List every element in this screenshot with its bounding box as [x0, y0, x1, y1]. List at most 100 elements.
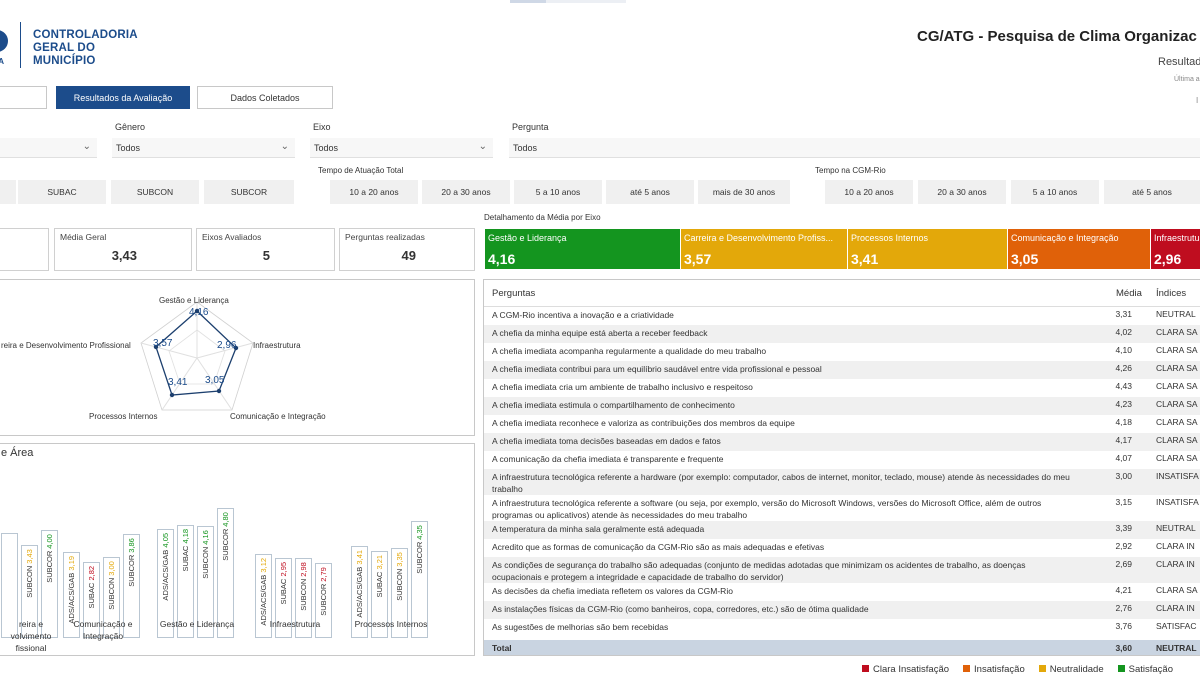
row-question: Acredito que as formas de comunicação da… — [492, 542, 825, 552]
table-row[interactable]: A chefia imediata reconhece e valoriza a… — [484, 415, 1200, 433]
row-question: A chefia da minha equipe está aberta a r… — [492, 328, 708, 338]
table-row[interactable]: A chefia imediata estimula o compartilha… — [484, 397, 1200, 415]
area-group-label: Infraestrutura — [269, 619, 321, 629]
kpi-card-media: Média Geral 3,43 — [54, 228, 192, 271]
table-row[interactable]: A chefia imediata toma decisões baseadas… — [484, 433, 1200, 451]
radar-axis-label: Comunicação e Integração — [230, 412, 326, 421]
radar-value-label: 3,41 — [168, 377, 188, 388]
slicer-tempo-cgm-2[interactable]: 5 a 10 anos — [1011, 180, 1099, 204]
axis-tile-name: Comunicação e Integração — [1011, 233, 1119, 243]
axis-tile-gestao[interactable]: Gestão e Liderança 4,16 — [485, 229, 680, 269]
slicer-tempo-total-3[interactable]: até 5 anos — [606, 180, 694, 204]
area-bar-label: SUBAC 2,82 — [87, 566, 96, 609]
table-row[interactable]: A chefia imediata acompanha regularmente… — [484, 343, 1200, 361]
nav-button-results[interactable]: Resultados da Avaliação — [56, 86, 190, 109]
genero-label: Gênero — [115, 122, 146, 132]
table-header: Perguntas Média Índices — [484, 280, 1200, 307]
row-mean: 3,00 — [1115, 471, 1132, 481]
area-chart-title: e Área — [1, 447, 34, 459]
row-index: NEUTRAL — [1156, 309, 1196, 319]
table-row[interactable]: A chefia imediata cria um ambiente de tr… — [484, 379, 1200, 397]
axis-tile-processos[interactable]: Processos Internos 3,41 — [848, 229, 1007, 269]
slicer-tempo-cgm-1[interactable]: 20 a 30 anos — [918, 180, 1006, 204]
axis-tile-comunicacao[interactable]: Comunicação e Integração 3,05 — [1008, 229, 1150, 269]
slicer-tempo-total-0[interactable]: 10 a 20 anos — [330, 180, 418, 204]
pergunta-dropdown[interactable]: Todos — [509, 138, 1200, 158]
slicer-area-subcon[interactable]: SUBCON — [111, 180, 199, 204]
row-question: A chefia imediata acompanha regularmente… — [492, 346, 767, 356]
total-index: NEUTRAL — [1156, 643, 1197, 653]
table-row[interactable]: A infraestrutura tecnológica referente a… — [484, 469, 1200, 495]
area-bar-label: SUBCON 2,98 — [299, 562, 308, 611]
radar-value-label: 3,05 — [205, 375, 225, 386]
area-bar-label: SUBCOR 4,35 — [415, 525, 424, 574]
row-mean: 4,10 — [1115, 345, 1132, 355]
row-question: A infraestrutura tecnológica referente a… — [492, 498, 1042, 520]
area-dropdown[interactable]: ⌄ — [0, 138, 97, 158]
area-bar-label: SUBCOR 4,00 — [45, 534, 54, 583]
radar-axis-label: reira e Desenvolvimento Profissional — [1, 341, 131, 350]
legend-swatch — [862, 665, 869, 672]
row-mean: 4,21 — [1115, 585, 1132, 595]
slicer-area-subac[interactable]: SUBAC — [18, 180, 106, 204]
row-index: CLARA IN — [1156, 559, 1195, 569]
table-row[interactable]: A CGM-Rio incentiva a inovação e a criat… — [484, 307, 1200, 325]
row-mean: 3,39 — [1115, 523, 1132, 533]
table-row[interactable]: A comunicação da chefia imediata é trans… — [484, 451, 1200, 469]
area-bar-label: SUBCON 3,00 — [107, 561, 116, 610]
table-row[interactable]: A temperatura da minha sala geralmente e… — [484, 521, 1200, 539]
top-strip — [510, 0, 546, 3]
legend-swatch — [1117, 665, 1125, 672]
row-mean: 4,18 — [1115, 417, 1132, 427]
kpi-card-perguntas: Perguntas realizadas 49 — [339, 228, 475, 271]
slicer-tempo-total-4[interactable]: mais de 30 anos — [698, 180, 790, 204]
row-index: SATISFAC — [1156, 621, 1197, 631]
row-question: A chefia imediata contribui para um equi… — [492, 364, 822, 374]
slicer-tempo-cgm-3[interactable]: até 5 anos — [1104, 180, 1200, 204]
slicer-area-subcor[interactable]: SUBCOR — [204, 180, 294, 204]
table-row[interactable]: As condições de segurança do trabalho sã… — [484, 557, 1200, 583]
row-index: CLARA SA — [1156, 417, 1198, 427]
table-row[interactable]: A chefia imediata contribui para um equi… — [484, 361, 1200, 379]
row-index: CLARA IN — [1156, 541, 1195, 551]
row-index: NEUTRAL — [1156, 523, 1196, 533]
logo-line-1: CONTROLADORIA — [33, 29, 138, 41]
logo-line-2: GERAL DO — [33, 42, 96, 54]
table-row[interactable]: Acredito que as formas de comunicação da… — [484, 539, 1200, 557]
area-bar-label: SUBAC 2,95 — [279, 562, 288, 605]
table-row[interactable]: As decisões da chefia imediata refletem … — [484, 583, 1200, 601]
column-header-question[interactable]: Perguntas — [492, 288, 535, 299]
axis-tile-carreira[interactable]: Carreira e Desenvolvimento Profiss... 3,… — [681, 229, 847, 269]
column-header-mean[interactable]: Média — [1116, 288, 1142, 299]
slicer-tempo-total-2[interactable]: 5 a 10 anos — [514, 180, 602, 204]
row-question: A CGM-Rio incentiva a inovação e a criat… — [492, 310, 674, 320]
row-mean: 4,17 — [1115, 435, 1132, 445]
slicer-tempo-total-1[interactable]: 20 a 30 anos — [422, 180, 510, 204]
table-row[interactable]: As instalações físicas da CGM-Rio (como … — [484, 601, 1200, 619]
row-index: INSATISFA — [1156, 471, 1199, 481]
table-row[interactable]: A chefia da minha equipe está aberta a r… — [484, 325, 1200, 343]
axis-tile-infraestrutura[interactable]: Infraestrutu 2,96 — [1151, 229, 1200, 269]
genero-value: Todos — [116, 143, 141, 153]
tempo-total-label: Tempo de Atuação Total — [318, 166, 404, 175]
logo-icon — [0, 30, 8, 52]
row-mean: 3,31 — [1115, 309, 1132, 319]
column-header-index[interactable]: Índices — [1156, 288, 1186, 299]
axis-tile-value: 3,57 — [684, 251, 712, 267]
row-index: CLARA SA — [1156, 435, 1198, 445]
nav-button-collected-data[interactable]: Dados Coletados — [197, 86, 333, 109]
table-row[interactable]: As sugestões de melhorias são bem recebi… — [484, 619, 1200, 637]
axis-tile-value: 4,16 — [488, 251, 516, 267]
row-question: A infraestrutura tecnológica referente a… — [492, 472, 1070, 494]
area-bar-label: ADS/ACS/GAB 3,19 — [67, 556, 76, 624]
area-group-label: Processos Internos — [354, 619, 428, 629]
slicer-area-partial[interactable] — [0, 180, 16, 204]
eixo-dropdown[interactable]: Todos ⌄ — [310, 138, 493, 158]
nav-button-home[interactable] — [0, 86, 47, 109]
genero-dropdown[interactable]: Todos ⌄ — [112, 138, 295, 158]
kpi-card-eixos: Eixos Avaliados 5 — [196, 228, 335, 271]
table-row[interactable]: A infraestrutura tecnológica referente a… — [484, 495, 1200, 521]
row-question: As sugestões de melhorias são bem recebi… — [492, 622, 669, 632]
row-index: CLARA SA — [1156, 453, 1198, 463]
slicer-tempo-cgm-0[interactable]: 10 a 20 anos — [825, 180, 913, 204]
